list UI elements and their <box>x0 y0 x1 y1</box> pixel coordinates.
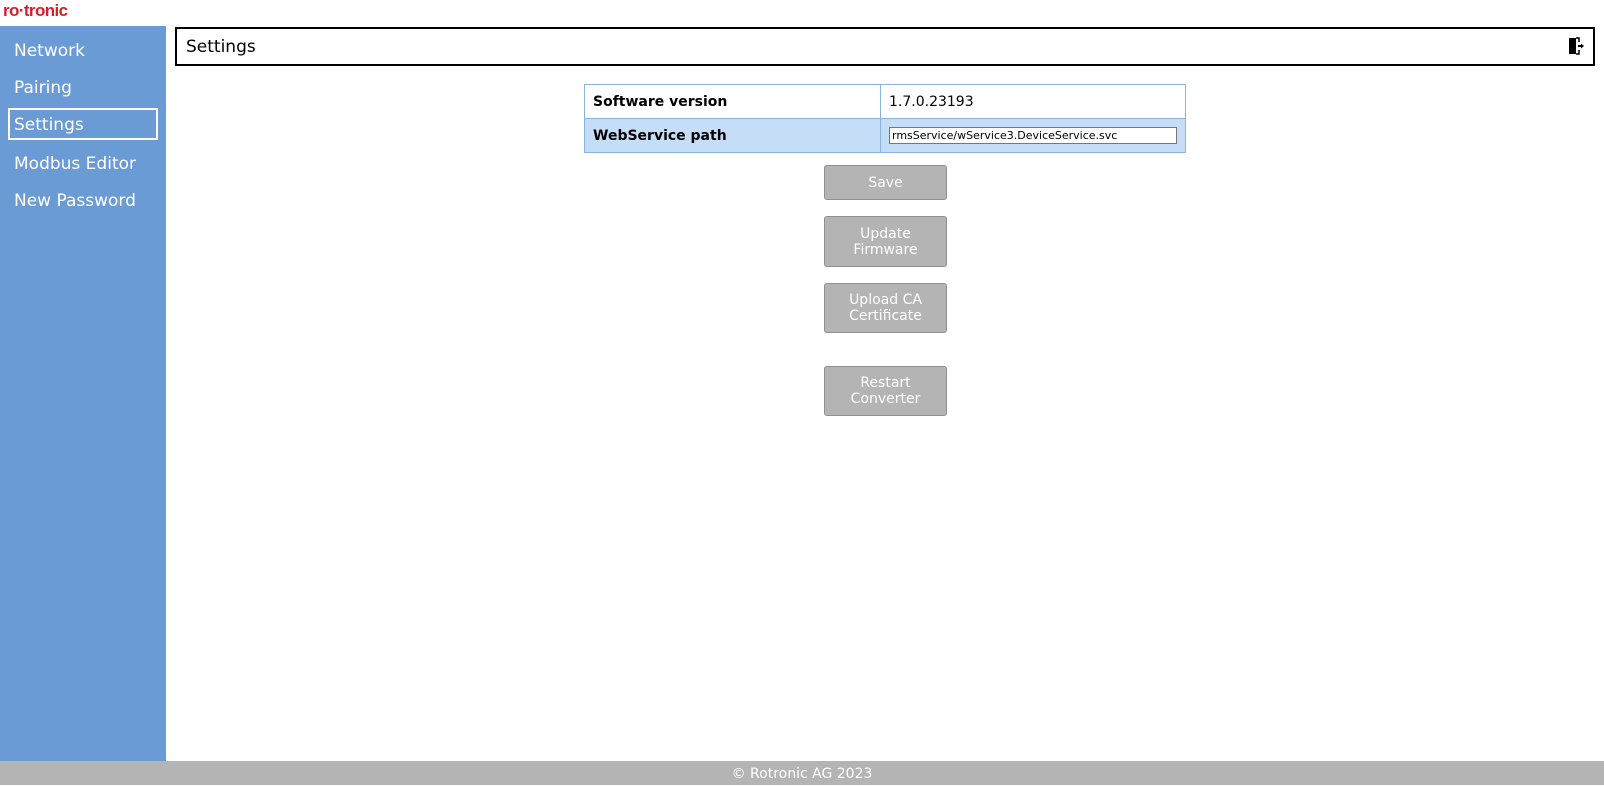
rotronic-logo: ro·tronic <box>3 1 68 20</box>
update-firmware-button[interactable]: Update Firmware <box>824 216 947 267</box>
save-button[interactable]: Save <box>824 165 947 200</box>
restart-converter-button[interactable]: Restart Converter <box>824 366 947 416</box>
webservice-path-row: WebService path <box>584 118 1186 153</box>
webservice-path-cell <box>880 118 1186 153</box>
top-bar: ro·tronic <box>0 0 1604 26</box>
webservice-path-label: WebService path <box>584 118 881 153</box>
sidebar-item-modbus-editor[interactable]: Modbus Editor <box>8 147 158 179</box>
sidebar-item-network[interactable]: Network <box>8 34 158 66</box>
upload-ca-certificate-button[interactable]: Upload CA Certificate <box>824 283 947 333</box>
sidebar-item-pairing[interactable]: Pairing <box>8 71 158 103</box>
sidebar: Network Pairing Settings Modbus Editor N… <box>0 26 166 761</box>
page-title: Settings <box>186 37 256 57</box>
sidebar-item-new-password[interactable]: New Password <box>8 184 158 216</box>
page-header: Settings <box>175 27 1595 66</box>
software-version-value: 1.7.0.23193 <box>880 84 1186 119</box>
webservice-path-input[interactable] <box>889 127 1177 144</box>
sidebar-item-settings[interactable]: Settings <box>8 108 158 140</box>
footer: © Rotronic AG 2023 <box>0 761 1604 785</box>
software-version-row: Software version 1.7.0.23193 <box>584 84 1186 119</box>
software-version-label: Software version <box>584 84 881 119</box>
settings-table: Software version 1.7.0.23193 WebService … <box>584 84 1186 153</box>
logout-icon[interactable] <box>1567 37 1585 55</box>
